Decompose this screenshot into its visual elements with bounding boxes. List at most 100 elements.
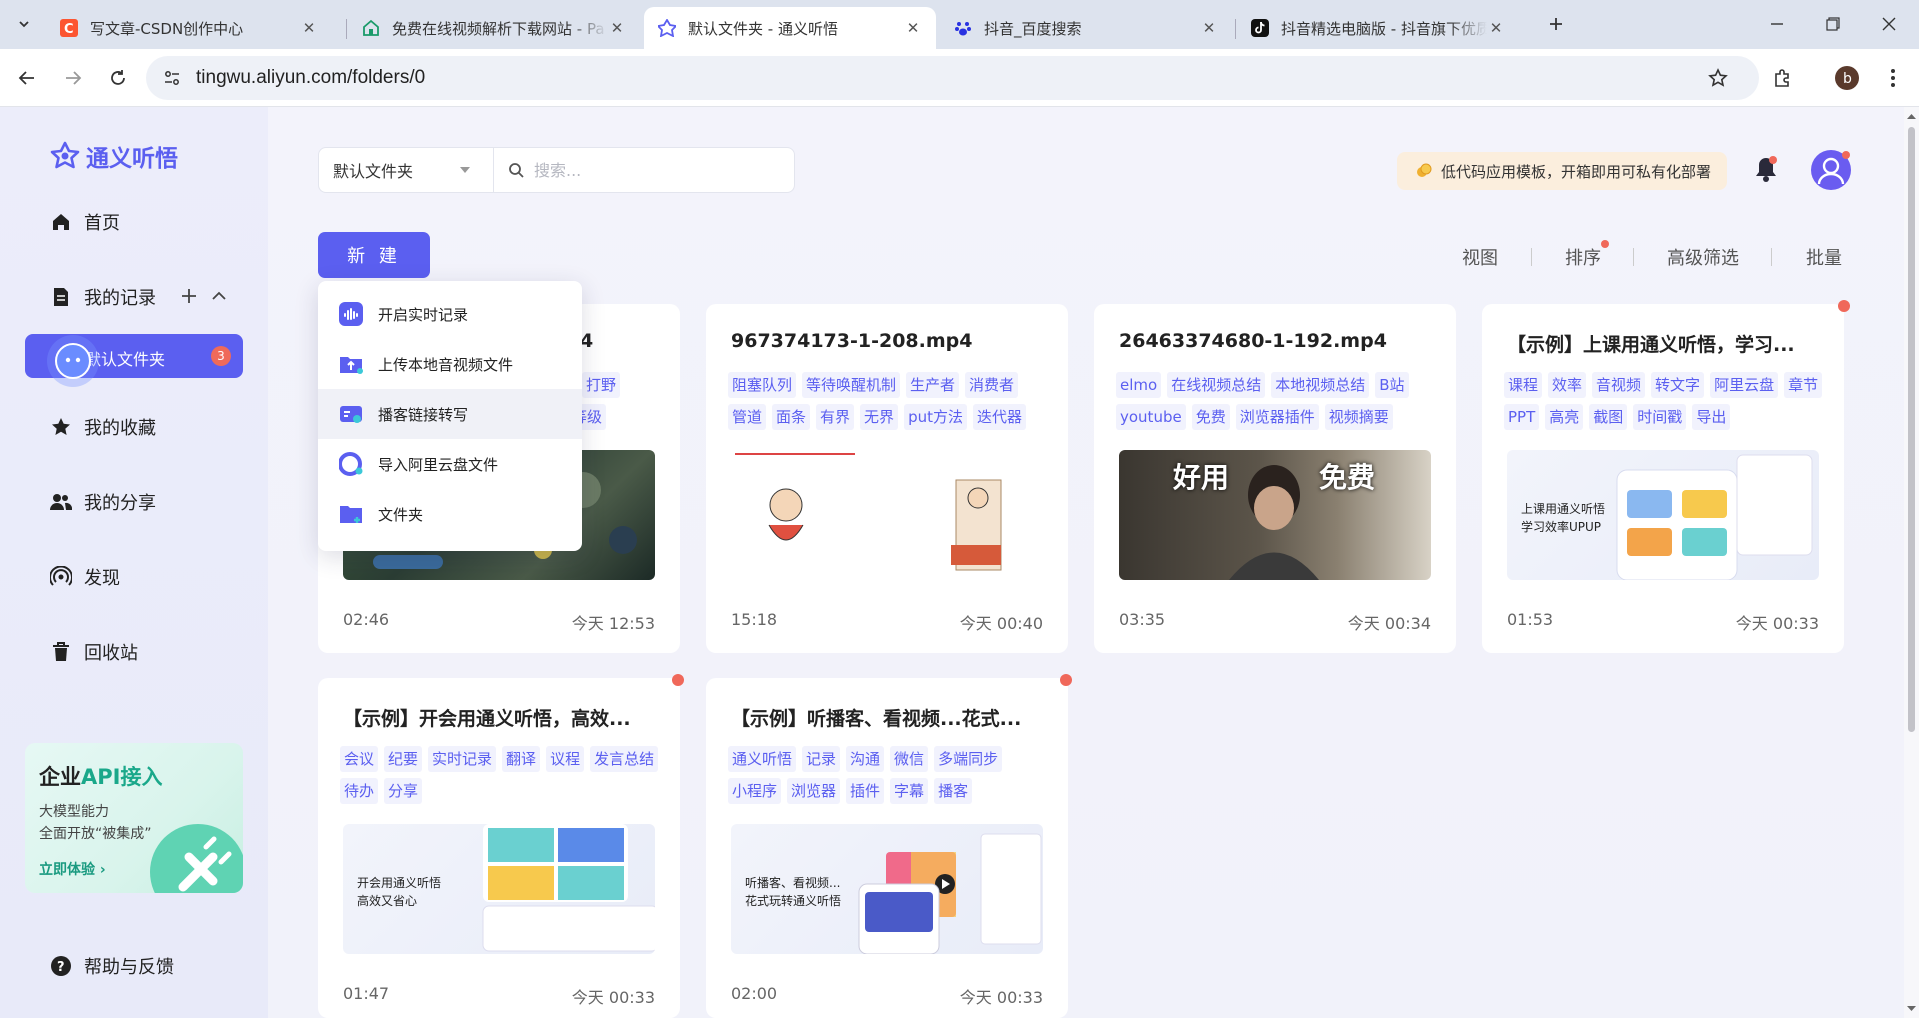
tag[interactable]: 阿里云盘	[1710, 372, 1779, 398]
search-input[interactable]	[534, 160, 754, 180]
tag[interactable]: 小程序	[728, 778, 782, 804]
sidebar-item-favorites[interactable]: 我的收藏	[50, 412, 156, 442]
add-record-plus-icon[interactable]	[180, 287, 198, 305]
tag[interactable]: 无界	[860, 404, 899, 430]
tag[interactable]: 打野	[582, 372, 621, 398]
video-thumbnail[interactable]	[731, 450, 1043, 580]
tag[interactable]: B站	[1375, 372, 1409, 398]
low-code-promo-banner[interactable]: 低代码应用模板，开箱即用可私有化部署	[1397, 152, 1727, 190]
menu-item-realtime-record[interactable]: 开启实时记录	[318, 289, 582, 339]
tag[interactable]: 截图	[1589, 404, 1628, 430]
advanced-filter-option[interactable]: 高级筛选	[1667, 244, 1739, 270]
tag[interactable]: 翻译	[502, 746, 541, 772]
browser-menu-icon[interactable]	[1878, 63, 1908, 93]
browser-tab-csdn[interactable]: C 写文章-CSDN创作中心 ✕	[46, 7, 332, 49]
tag[interactable]: 高亮	[1545, 404, 1584, 430]
page-scrollbar[interactable]	[1904, 107, 1919, 1018]
tag[interactable]: 多端同步	[934, 746, 1003, 772]
browser-tab-baidu[interactable]: 抖音_百度搜索 ✕	[940, 7, 1232, 49]
collapse-chevron-up-icon[interactable]	[210, 287, 228, 305]
tag[interactable]: 发言总结	[590, 746, 659, 772]
folder-select[interactable]: 默认文件夹	[318, 147, 494, 193]
menu-item-new-folder[interactable]: 文件夹	[318, 489, 582, 539]
browser-tab-video-parser[interactable]: 免费在线视频解析下载网站 - Pa ✕	[348, 7, 640, 49]
tag[interactable]: 在线视频总结	[1167, 372, 1266, 398]
tag[interactable]: PPT	[1504, 404, 1540, 430]
minimize-window-icon[interactable]	[1765, 12, 1789, 36]
record-card[interactable]: 26463374680-1-192.mp4 elmo 在线视频总结 本地视频总结…	[1094, 304, 1456, 653]
tag[interactable]: 免费	[1191, 404, 1230, 430]
tag[interactable]: 议程	[546, 746, 585, 772]
tag[interactable]: 阻塞队列	[728, 372, 797, 398]
video-thumbnail[interactable]: 上课用通义听悟 学习效率UPUP	[1507, 450, 1819, 580]
try-now-link[interactable]: 立即体验 ›	[39, 859, 106, 879]
brand-logo[interactable]: 通义听悟	[50, 139, 178, 173]
video-thumbnail[interactable]: 听播客、看视频... 花式玩转通义听悟	[731, 824, 1043, 954]
tag[interactable]: 本地视频总结	[1271, 372, 1370, 398]
tag[interactable]: elmo	[1116, 372, 1162, 398]
tag[interactable]: 等待唤醒机制	[802, 372, 901, 398]
tag[interactable]: 效率	[1548, 372, 1587, 398]
close-window-icon[interactable]	[1877, 12, 1901, 36]
view-option[interactable]: 视图	[1462, 244, 1498, 270]
tag[interactable]: 记录	[802, 746, 841, 772]
floating-assistant-icon[interactable]	[47, 335, 99, 387]
maximize-window-icon[interactable]	[1821, 12, 1845, 36]
profile-avatar[interactable]: b	[1832, 63, 1862, 93]
video-thumbnail[interactable]: 开会用通义听悟 高效又省心	[343, 824, 655, 954]
tag[interactable]: 播客	[934, 778, 973, 804]
menu-item-upload-local[interactable]: 上传本地音视频文件	[318, 339, 582, 389]
tag[interactable]: 课程	[1504, 372, 1543, 398]
tag[interactable]: 面条	[772, 404, 811, 430]
notification-bell-icon[interactable]	[1754, 155, 1778, 183]
tag[interactable]: put方法	[904, 404, 967, 430]
tag[interactable]: 实时记录	[428, 746, 497, 772]
sidebar-item-my-records[interactable]: 我的记录	[50, 282, 240, 312]
tag[interactable]: 纪要	[384, 746, 423, 772]
tag[interactable]: 导出	[1692, 404, 1731, 430]
video-thumbnail[interactable]: 好用 免费	[1119, 450, 1431, 580]
close-tab-icon[interactable]: ✕	[300, 19, 318, 37]
tag[interactable]: 插件	[846, 778, 885, 804]
tag[interactable]: 视频摘要	[1324, 404, 1393, 430]
sidebar-item-discover[interactable]: 发现	[50, 562, 120, 592]
sidebar-item-trash[interactable]: 回收站	[50, 637, 138, 667]
tag[interactable]: 浏览器插件	[1235, 404, 1319, 430]
close-tab-icon[interactable]: ✕	[608, 19, 626, 37]
tag[interactable]: 沟通	[846, 746, 885, 772]
tag[interactable]: 字幕	[890, 778, 929, 804]
search-box[interactable]	[493, 147, 795, 193]
enterprise-api-card[interactable]: 企业API接入 大模型能力 全面开放“被集成” 立即体验 ›	[25, 743, 243, 893]
tag[interactable]: 音视频	[1592, 372, 1646, 398]
tag[interactable]: 转文字	[1651, 372, 1705, 398]
tag[interactable]: 浏览器	[787, 778, 841, 804]
new-button[interactable]: 新 建	[318, 232, 430, 278]
browser-tab-tingwu[interactable]: 默认文件夹 - 通义听悟 ✕	[644, 7, 936, 49]
url-text[interactable]: tingwu.aliyun.com/folders/0	[196, 67, 425, 89]
record-card[interactable]: 【示例】听播客、看视频...花式... 通义听悟 记录 沟通 微信 多端同步 小…	[706, 678, 1068, 1018]
menu-item-podcast-link[interactable]: 播客链接转写	[318, 389, 582, 439]
tag[interactable]: 管道	[728, 404, 767, 430]
forward-arrow-icon[interactable]	[58, 63, 88, 93]
tag[interactable]: 待办	[340, 778, 379, 804]
tag[interactable]: 会议	[340, 746, 379, 772]
tag[interactable]: 通义听悟	[728, 746, 797, 772]
sidebar-item-home[interactable]: 首页	[50, 207, 120, 237]
close-tab-icon[interactable]: ✕	[1200, 19, 1218, 37]
close-tab-icon[interactable]: ✕	[904, 19, 922, 37]
tag[interactable]: youtube	[1116, 404, 1186, 430]
tag[interactable]: 章节	[1784, 372, 1823, 398]
tag[interactable]: 分享	[384, 778, 423, 804]
record-card[interactable]: 【示例】开会用通义听悟，高效... 会议 纪要 实时记录 翻译 议程 发言总结 …	[318, 678, 680, 1018]
record-card[interactable]: 【示例】上课用通义听悟，学习... 课程 效率 音视频 转文字 阿里云盘 章节 …	[1482, 304, 1844, 653]
tag[interactable]: 微信	[890, 746, 929, 772]
user-avatar[interactable]	[1810, 149, 1852, 191]
close-tab-icon[interactable]: ✕	[1487, 19, 1505, 37]
back-arrow-icon[interactable]	[12, 63, 42, 93]
menu-item-aliyun-drive[interactable]: 导入阿里云盘文件	[318, 439, 582, 489]
browser-tab-douyin[interactable]: 抖音精选电脑版 - 抖音旗下优质 ✕	[1237, 7, 1519, 49]
batch-option[interactable]: 批量	[1806, 244, 1842, 270]
record-card[interactable]: 967374173-1-208.mp4 阻塞队列 等待唤醒机制 生产者 消费者 …	[706, 304, 1068, 653]
sidebar-item-shares[interactable]: 我的分享	[50, 487, 156, 517]
tag[interactable]: 时间戳	[1633, 404, 1687, 430]
